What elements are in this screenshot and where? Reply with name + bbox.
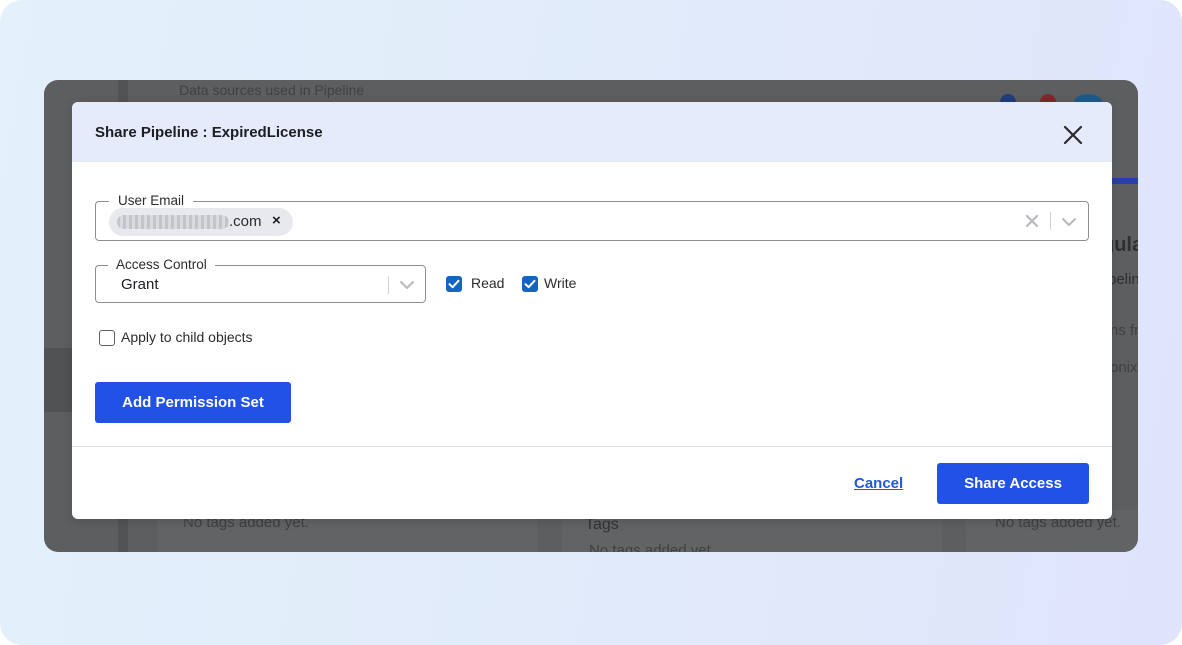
check-icon [524, 279, 536, 289]
access-control-select[interactable]: Access Control Grant [95, 256, 426, 303]
cancel-button[interactable]: Cancel [854, 475, 903, 492]
chip-remove-button[interactable]: × [272, 211, 281, 231]
footer-divider [72, 446, 1112, 447]
write-checkbox[interactable] [522, 276, 538, 292]
user-email-field[interactable]: User Email .com × [95, 192, 1089, 241]
chevron-down-icon[interactable] [1059, 212, 1079, 232]
redacted-email [117, 215, 229, 229]
bg-text-pipeline: pelin [1108, 271, 1138, 288]
access-control-value: Grant [121, 276, 159, 293]
share-access-button[interactable]: Share Access [937, 463, 1089, 504]
bg-text-no-tags-2: No tags added yet. [589, 542, 715, 552]
indicator-separator [388, 276, 389, 294]
clear-icon[interactable] [1022, 211, 1042, 231]
read-label: Read [471, 275, 505, 291]
share-pipeline-dialog: Share Pipeline : ExpiredLicense User Ema… [72, 102, 1112, 519]
close-button[interactable] [1058, 120, 1088, 150]
email-chip: .com × [109, 208, 293, 236]
add-permission-set-button[interactable]: Add Permission Set [95, 382, 291, 423]
bg-text-onix: onix [1110, 359, 1138, 376]
bg-text-sources: Data sources used in Pipeline [179, 82, 365, 98]
chevron-down-icon[interactable] [397, 275, 417, 295]
bg-tab-underline [1112, 178, 1138, 184]
dialog-header: Share Pipeline : ExpiredLicense [72, 102, 1112, 162]
access-control-label: Access Control [108, 256, 215, 274]
indicator-separator [1050, 212, 1051, 230]
apply-child-checkbox[interactable] [99, 330, 115, 346]
apply-child-label: Apply to child objects [121, 329, 253, 345]
check-icon [448, 279, 460, 289]
bg-text-from: ns fr [1110, 322, 1138, 339]
read-checkbox[interactable] [446, 276, 462, 292]
dialog-title: Share Pipeline : ExpiredLicense [95, 124, 323, 141]
bg-sidebar-block [44, 348, 72, 412]
email-chip-text: .com [229, 213, 262, 230]
close-icon [1063, 125, 1083, 145]
page-background: Data sources used in Pipeline No tags ad… [0, 0, 1182, 645]
write-label: Write [544, 275, 577, 291]
